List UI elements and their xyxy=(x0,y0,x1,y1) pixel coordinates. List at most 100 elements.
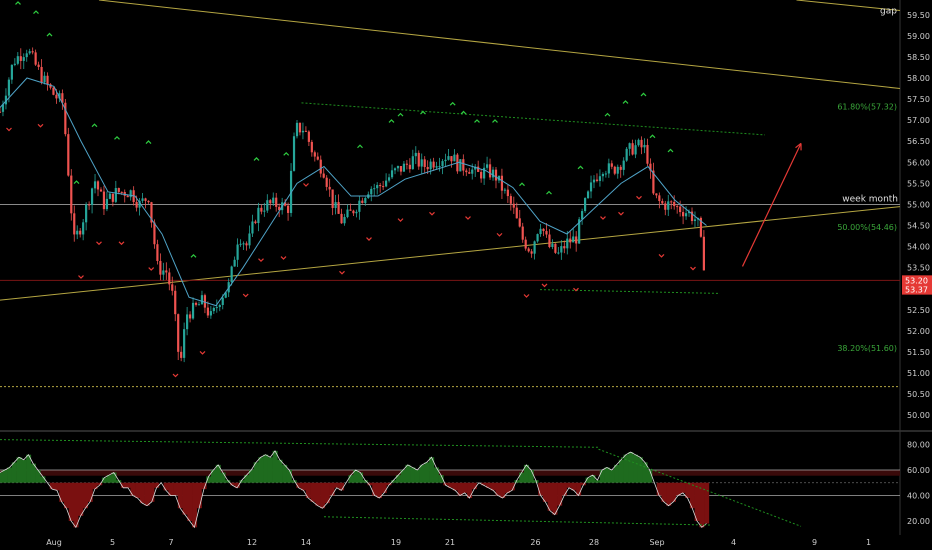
candle-body xyxy=(364,198,367,204)
candle-body xyxy=(248,233,251,246)
candle-body xyxy=(99,189,103,192)
candle-body xyxy=(592,179,596,183)
candle-body xyxy=(203,295,207,308)
oscillator-hist-bar xyxy=(357,472,364,483)
candle-body xyxy=(631,143,634,155)
candle-body xyxy=(331,189,334,209)
oscillator-hist-bar xyxy=(609,469,615,483)
candle-body xyxy=(616,166,619,174)
time-tick-label: 12 xyxy=(247,538,257,547)
candle-body xyxy=(251,221,254,234)
candle-body xyxy=(260,207,263,212)
candle-body xyxy=(325,177,328,187)
price-tick-label: 56.50 xyxy=(907,137,930,146)
candle-body xyxy=(376,185,379,189)
candle-body xyxy=(441,161,444,167)
candle-body xyxy=(292,136,296,171)
oscillator-hist-bar xyxy=(519,472,525,483)
oscillator-hist-bar xyxy=(381,482,387,493)
price-tick-label: 57.50 xyxy=(907,95,930,104)
oscillator-hist-bar xyxy=(282,464,288,483)
candle-body xyxy=(405,163,408,165)
candle-body xyxy=(194,302,198,305)
candle-body xyxy=(111,193,114,202)
candle-body xyxy=(387,177,391,181)
oscillator-hist-bar xyxy=(628,452,634,483)
oscillator-hist-bar xyxy=(604,467,610,483)
candle-body xyxy=(141,198,144,201)
annotation-label: gap xyxy=(880,7,897,17)
price-tick-label: 50.00 xyxy=(907,411,930,420)
oscillator-hist-bar xyxy=(552,482,558,515)
candle-body xyxy=(88,204,91,206)
candle-body xyxy=(307,131,310,142)
candle-body xyxy=(667,201,670,210)
candle-body xyxy=(477,166,480,172)
oscillator-hist-bar xyxy=(661,482,667,502)
candle-body xyxy=(10,64,13,80)
candle-body xyxy=(180,351,183,358)
oscillator-hist-bar xyxy=(618,459,624,483)
candle-body xyxy=(316,156,319,160)
candle-body xyxy=(569,238,572,243)
candle-body xyxy=(310,141,313,153)
candle-body xyxy=(55,94,58,99)
candle-body xyxy=(589,182,593,192)
oscillator-hist-bar xyxy=(310,482,316,502)
time-tick-label: 1 xyxy=(866,538,871,547)
candle-body xyxy=(361,200,364,204)
time-tick-label: Sep xyxy=(649,538,664,547)
candle-body xyxy=(31,51,34,53)
candle-body xyxy=(462,159,465,171)
oscillator-hist-bar xyxy=(286,469,292,483)
oscillator-hist-bar xyxy=(73,482,79,528)
oscillator-tick-label: 40.00 xyxy=(907,491,930,500)
oscillator-hist-bar xyxy=(395,475,401,483)
time-tick-label: 28 xyxy=(589,538,599,547)
candle-body xyxy=(506,189,509,197)
candle-body xyxy=(530,251,533,254)
candle-body xyxy=(625,148,628,161)
candle-body xyxy=(114,188,117,202)
candle-body xyxy=(560,246,563,253)
candle-body xyxy=(245,243,248,246)
candle-body xyxy=(399,166,403,172)
oscillator-hist-bar xyxy=(547,482,553,511)
candle-body xyxy=(575,236,578,244)
candle-body xyxy=(664,203,667,210)
candle-body xyxy=(304,130,308,132)
oscillator-tick-label: 80.00 xyxy=(907,440,930,449)
candle-body xyxy=(40,66,43,83)
oscillator-hist-bar xyxy=(149,482,155,502)
candle-body xyxy=(628,143,631,149)
candle-body xyxy=(509,196,512,204)
candle-body xyxy=(135,202,138,208)
candle-body xyxy=(13,63,16,65)
candle-body xyxy=(266,200,269,211)
candle-body xyxy=(168,272,171,285)
candle-body xyxy=(313,152,316,157)
candle-body xyxy=(411,156,414,170)
price-tick-label: 55.00 xyxy=(907,200,930,209)
oscillator-hist-bar xyxy=(163,482,169,491)
oscillator-band xyxy=(0,469,900,476)
candle-body xyxy=(129,190,132,198)
oscillator-hist-bar xyxy=(334,482,340,488)
candle-body xyxy=(144,198,147,201)
price-tick-label: 54.00 xyxy=(907,243,930,252)
oscillator-hist-bar xyxy=(92,482,98,490)
candle-body xyxy=(702,236,705,271)
candle-body xyxy=(117,188,120,192)
time-tick-label: 19 xyxy=(391,538,401,547)
oscillator-tick-label: 60.00 xyxy=(907,466,930,475)
candle-body xyxy=(254,221,257,224)
candle-body xyxy=(183,329,186,358)
oscillator-hist-bar xyxy=(49,482,55,490)
candle-body xyxy=(82,222,85,235)
candle-body xyxy=(298,122,302,133)
candle-body xyxy=(34,52,37,65)
candle-body xyxy=(355,211,358,214)
oscillator-hist-bar xyxy=(21,459,27,483)
oscillator-hist-bar xyxy=(263,454,269,483)
candle-body xyxy=(524,239,527,249)
